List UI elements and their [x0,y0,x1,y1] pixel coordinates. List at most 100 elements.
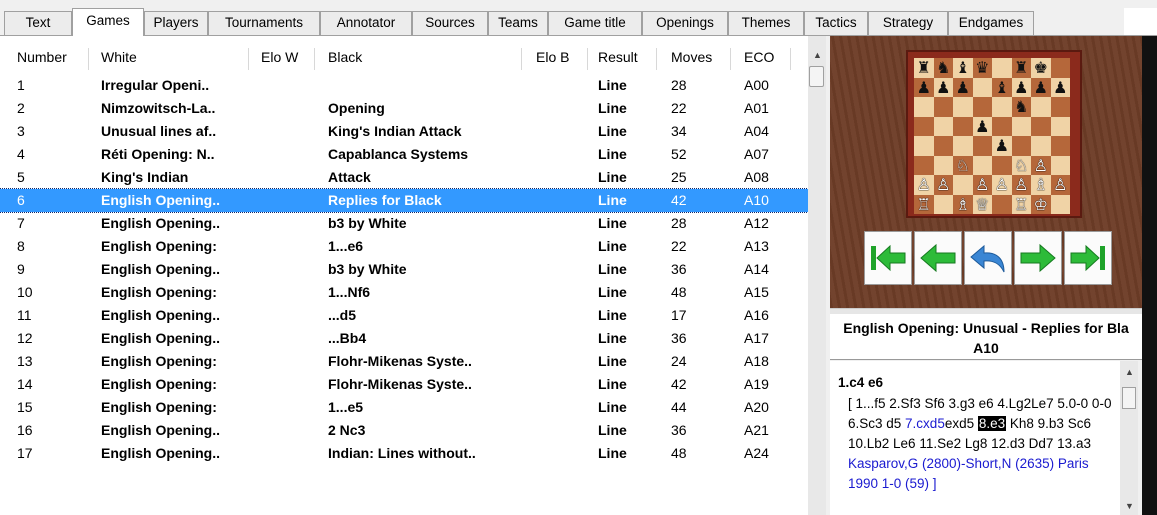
table-row[interactable]: 13 English Opening: Flohr-Mikenas Syste.. L… [0,350,808,373]
board-square[interactable] [972,77,992,97]
table-row-selected[interactable]: 6 English Opening.. Replies for Black Line 4… [0,188,808,213]
column-divider[interactable] [521,48,522,70]
column-divider[interactable] [790,48,791,70]
board-square[interactable] [1031,136,1051,156]
black-piece-icon[interactable]: ♟ [1012,78,1032,97]
chess-board[interactable]: ♜ ♞ ♝ ♛ ♜ ♚ ♟ ♟ ♟ ♝ ♟ ♟ ♟ ♞ ♟ ♟ ♘ ♘ ♙ ♙ ♙ ♙ ♙ ♙ ♗ ♙ ♖ ♗ ♕ ♖ ♔ [906,50,1082,218]
list-scrollbar[interactable]: ▲ [808,36,826,515]
notation-segment[interactable]: Kasparov,G (2800)-Short,N (2635) [848,456,1054,471]
black-piece-icon[interactable]: ♝ [953,58,973,77]
table-row[interactable]: 5 King's Indian Attack Line 25 A08 [0,166,808,189]
board-square[interactable] [1011,136,1031,156]
tab-annotator[interactable]: Annotator [320,11,412,35]
tab-teams[interactable]: Teams [488,11,548,35]
black-piece-icon[interactable]: ♝ [992,78,1012,97]
column-divider[interactable] [248,48,249,70]
table-row[interactable]: 7 English Opening.. b3 by White Line 28 A12 [0,212,808,235]
board-square[interactable] [953,136,973,156]
column-divider[interactable] [656,48,657,70]
main-line-moves[interactable]: 1.c4 e6 [838,373,883,393]
tab-text[interactable]: Text [4,11,72,35]
black-piece-icon[interactable]: ♜ [914,58,934,77]
column-divider[interactable] [730,48,731,70]
black-piece-icon[interactable]: ♜ [1012,58,1032,77]
white-piece-icon[interactable]: ♔ [1031,195,1051,214]
black-piece-icon[interactable]: ♟ [914,78,934,97]
board-square[interactable] [1050,116,1070,136]
column-divider[interactable] [587,48,588,70]
current-move[interactable]: 8.e3 [977,416,1007,431]
board-square[interactable] [1031,116,1051,136]
board-square[interactable] [992,116,1012,136]
scroll-up-arrow-icon[interactable]: ▲ [813,50,822,60]
column-divider[interactable] [314,48,315,70]
black-piece-icon[interactable]: ♟ [934,78,954,97]
scrollbar-thumb[interactable] [1122,387,1136,409]
white-piece-icon[interactable]: ♘ [1012,156,1032,175]
col-black[interactable]: Black [328,49,362,65]
white-piece-icon[interactable]: ♙ [992,175,1012,194]
board-square[interactable] [992,155,1012,175]
board-square[interactable] [914,155,934,175]
col-moves[interactable]: Moves [671,49,712,65]
board-square[interactable] [972,136,992,156]
board-square[interactable] [953,116,973,136]
white-piece-icon[interactable]: ♘ [953,156,973,175]
board-square[interactable] [1050,194,1070,214]
take-back-button[interactable] [964,231,1012,285]
col-result[interactable]: Result [598,49,638,65]
table-row[interactable]: 3 Unusual lines af.. King's Indian Attack L… [0,120,808,143]
board-square[interactable] [933,136,953,156]
table-row[interactable]: 10 English Opening: 1...Nf6 Line 48 A15 [0,281,808,304]
board-square[interactable] [914,116,934,136]
table-row[interactable]: 1 Irregular Openi.. Line 28 A00 [0,74,808,97]
white-piece-icon[interactable]: ♙ [914,175,934,194]
col-white[interactable]: White [101,49,137,65]
white-piece-icon[interactable]: ♖ [914,195,934,214]
board-square[interactable] [1050,58,1070,78]
tab-sources[interactable]: Sources [412,11,488,35]
board-square[interactable] [933,194,953,214]
black-piece-icon[interactable]: ♞ [934,58,954,77]
table-row[interactable]: 17 English Opening.. Indian: Lines without… [0,442,808,465]
board-square[interactable] [1011,116,1031,136]
table-row[interactable]: 8 English Opening: 1...e6 Line 22 A13 [0,235,808,258]
white-piece-icon[interactable]: ♙ [1012,175,1032,194]
board-square[interactable] [992,194,1012,214]
previous-move-button[interactable] [914,231,962,285]
board-square[interactable] [914,97,934,117]
white-piece-icon[interactable]: ♕ [973,195,993,214]
board-square[interactable] [1050,97,1070,117]
white-piece-icon[interactable]: ♗ [953,195,973,214]
board-square[interactable] [1050,155,1070,175]
black-piece-icon[interactable]: ♟ [953,78,973,97]
table-row[interactable]: 14 English Opening: Flohr-Mikenas Syste.. L… [0,373,808,396]
white-piece-icon[interactable]: ♙ [1031,156,1051,175]
board-square[interactable] [933,155,953,175]
table-row[interactable]: 9 English Opening.. b3 by White Line 36 A14 [0,258,808,281]
next-move-button[interactable] [1014,231,1062,285]
black-piece-icon[interactable]: ♟ [973,117,993,136]
white-piece-icon[interactable]: ♙ [973,175,993,194]
tab-endgames[interactable]: Endgames [948,11,1034,35]
first-move-button[interactable] [864,231,912,285]
notation-segment[interactable]: 7.cxd5 [905,416,945,431]
white-piece-icon[interactable]: ♙ [1051,175,1071,194]
black-piece-icon[interactable]: ♞ [1012,97,1032,116]
notation-segment[interactable]: [ 1...f5 2.Sf3 Sf6 3.g3 e6 4.Lg2 [848,396,1031,411]
scrollbar-thumb[interactable] [809,66,824,87]
board-square[interactable] [953,175,973,195]
board-square[interactable] [933,97,953,117]
tab-tournaments[interactable]: Tournaments [208,11,320,35]
tab-players[interactable]: Players [144,11,208,35]
board-square[interactable] [953,97,973,117]
tab-games[interactable]: Games [72,8,144,36]
black-piece-icon[interactable]: ♟ [1031,78,1051,97]
table-row[interactable]: 15 English Opening: 1...e5 Line 44 A20 [0,396,808,419]
col-number[interactable]: Number [17,49,67,65]
board-square[interactable] [992,58,1012,78]
white-piece-icon[interactable]: ♖ [1012,195,1032,214]
board-square[interactable] [1050,136,1070,156]
last-move-button[interactable] [1064,231,1112,285]
board-square[interactable] [914,136,934,156]
